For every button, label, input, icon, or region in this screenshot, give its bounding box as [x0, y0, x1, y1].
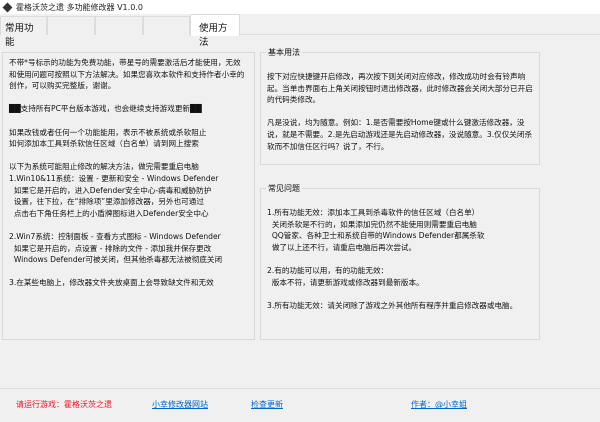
basic-usage-title: 基本用法: [266, 47, 302, 58]
tab-blank-3[interactable]: [143, 16, 190, 35]
author-link[interactable]: 作者：@小幸姐: [411, 399, 467, 410]
website-link[interactable]: 小幸修改器网站: [152, 399, 208, 410]
tab-usage[interactable]: 使用方法: [190, 14, 240, 48]
basic-usage-group: 基本用法 按下对应快捷键开启修改，再次按下则关闭对应修改，修改成功时会有铃声响起…: [260, 47, 540, 165]
faq-title: 常见问题: [266, 183, 302, 194]
faq-group: 常见问题 1.所有功能无效：添加本工具到杀毒软件的信任区域（白名单） 关闭杀软是…: [260, 183, 540, 340]
check-update-link[interactable]: 检查更新: [251, 399, 283, 410]
tab-common-functions[interactable]: 常用功能: [0, 16, 47, 48]
tab-blank-2[interactable]: [95, 16, 143, 35]
faq-text: 1.所有功能无效：添加本工具到杀毒软件的信任区域（白名单） 关闭杀软是不行的，如…: [267, 208, 518, 310]
title-bar: 霍格沃茨之遗 多功能修改器 V1.0.0: [0, 0, 600, 14]
tab-blank-1[interactable]: [47, 16, 95, 35]
window-title: 霍格沃茨之遗 多功能修改器 V1.0.0: [16, 2, 143, 12]
app-icon: [2, 2, 13, 12]
basic-usage-text: 按下对应快捷键开启修改，再次按下则关闭对应修改，修改成功时会有铃声响起。当单击界…: [267, 72, 533, 151]
footer-divider: [0, 388, 600, 389]
instructions-textbox[interactable]: 不带*号标示的功能为免费功能，带星号的需要激活后才能使用，无效和使用问题可按照以…: [2, 52, 255, 340]
run-game-status: 请运行游戏：霍格沃茨之遗: [16, 400, 112, 409]
tab-strip: 常用功能 使用方法: [0, 14, 600, 48]
